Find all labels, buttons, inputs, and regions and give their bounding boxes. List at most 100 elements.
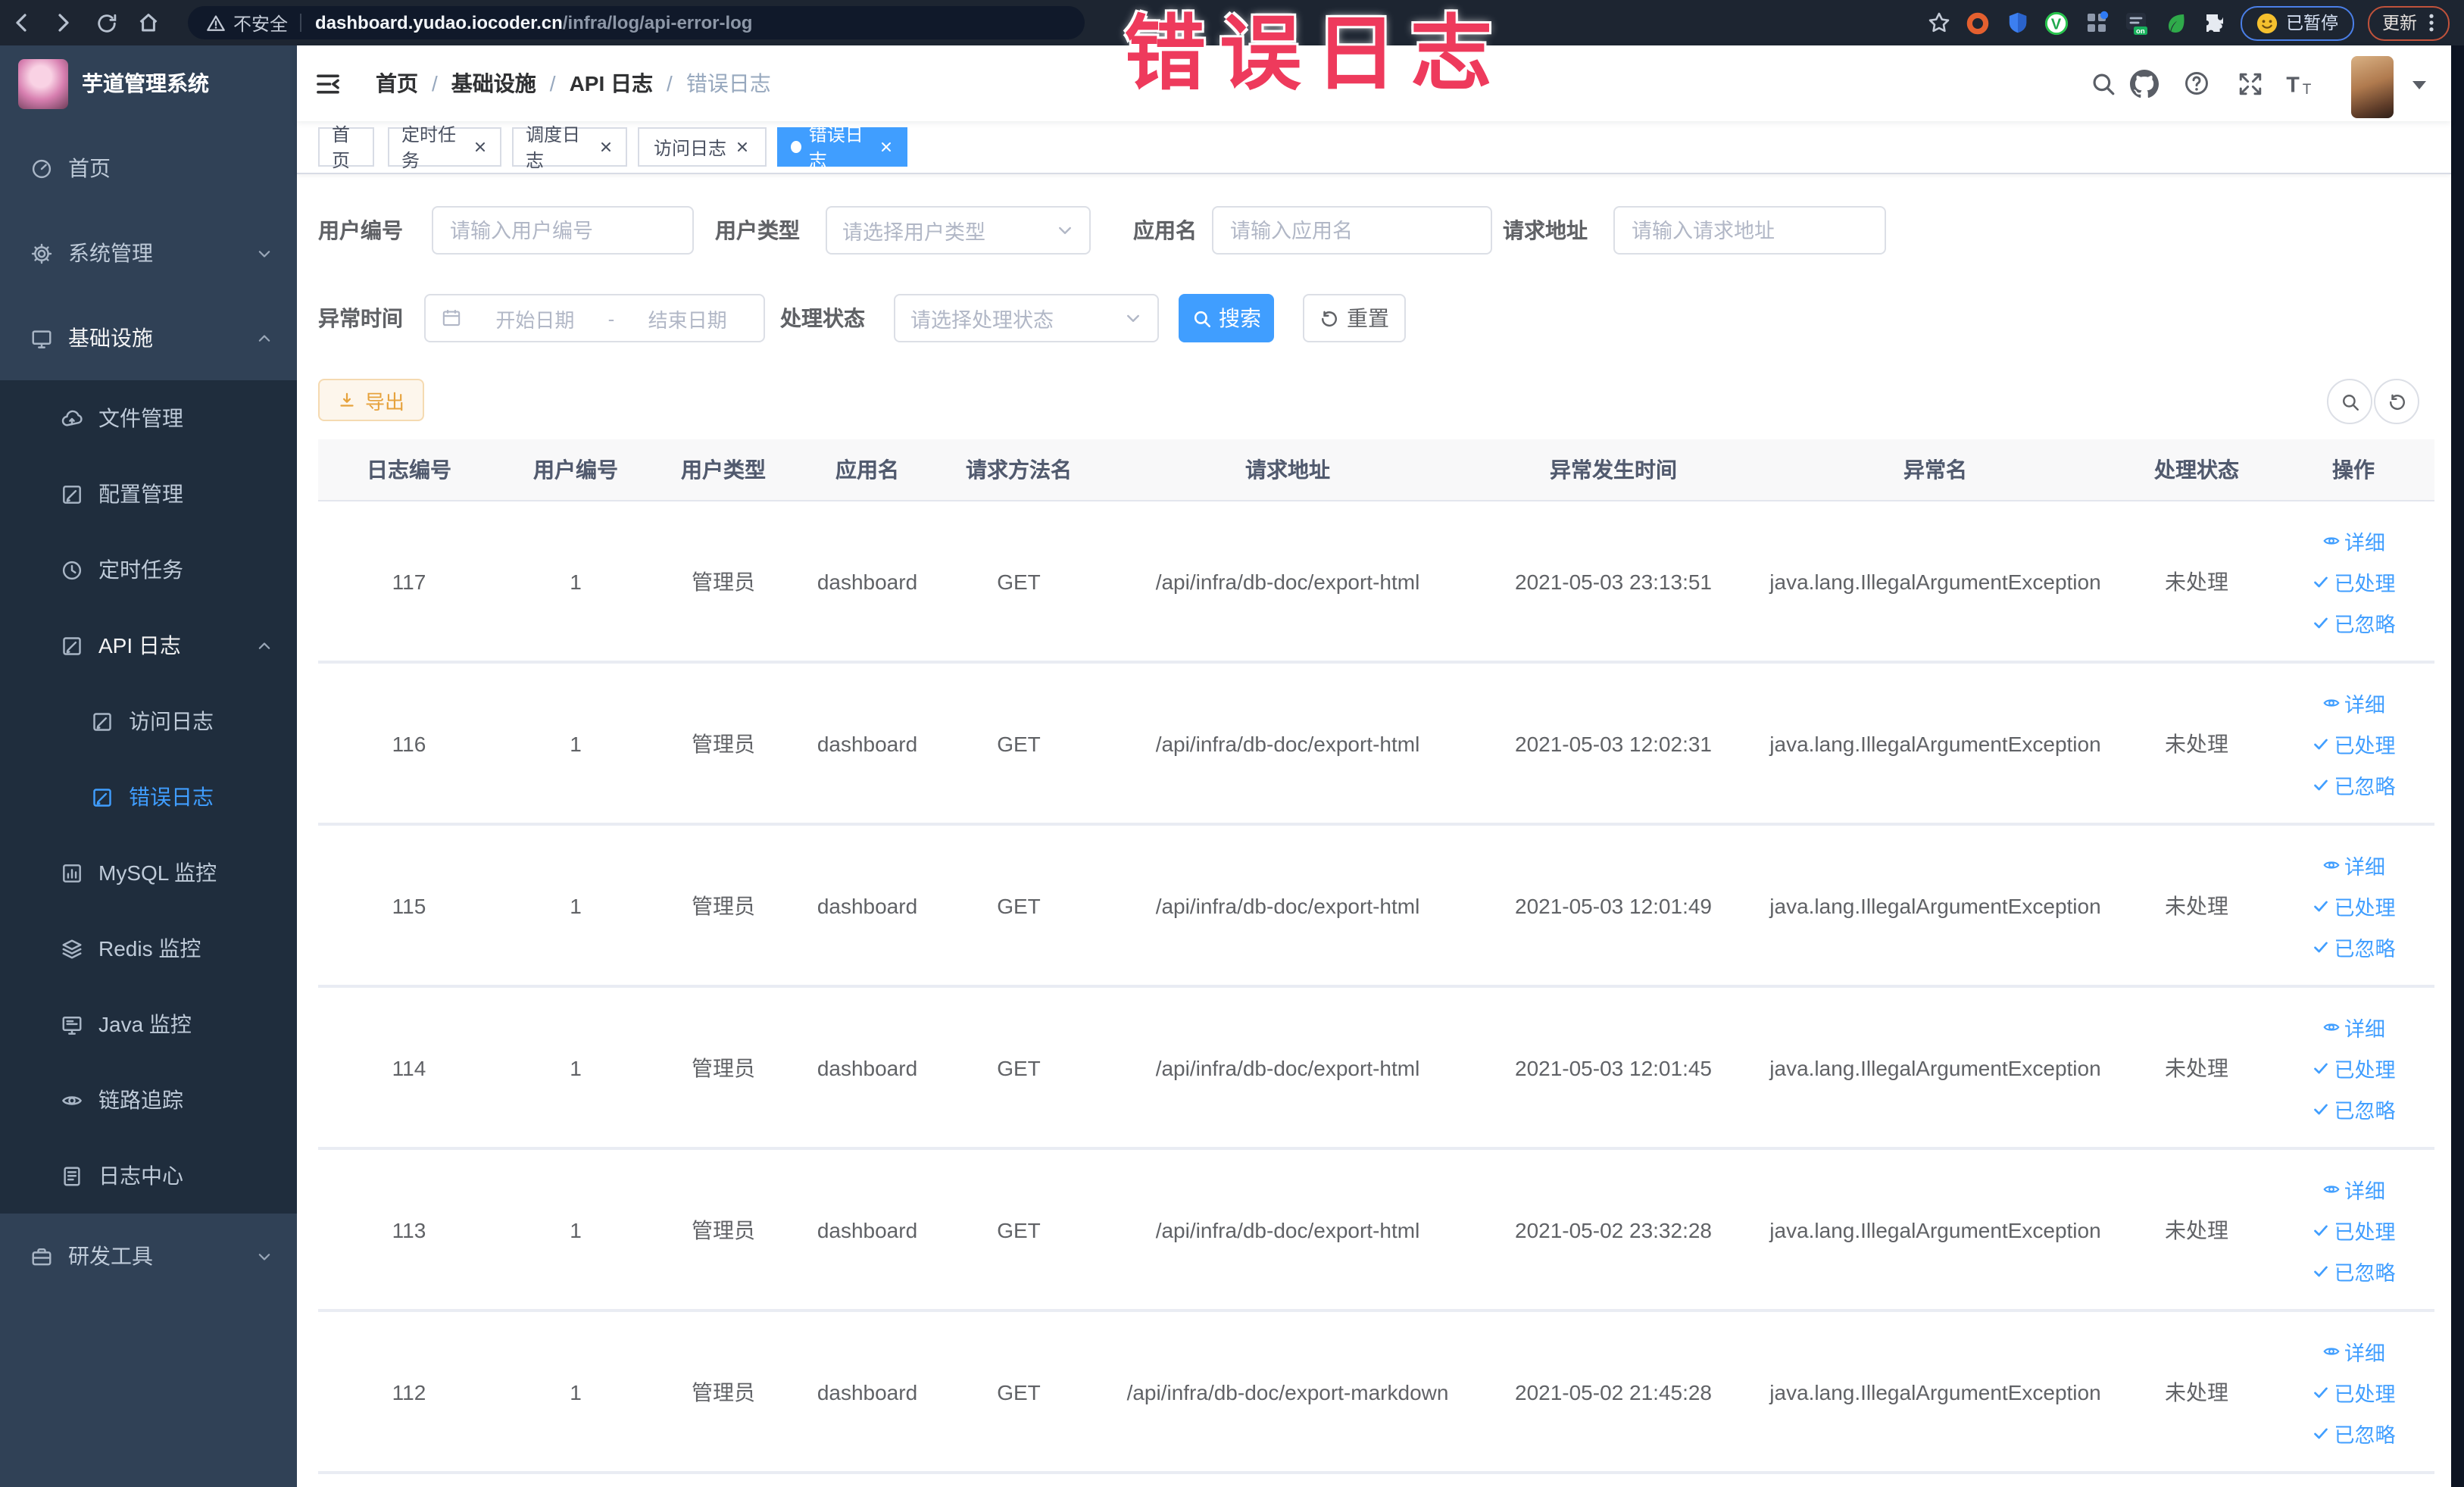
ext-grid-blue-dot-icon[interactable] (2083, 10, 2109, 36)
sidebar-item-api-log[interactable]: API 日志 (0, 608, 297, 683)
sidebar-item-system[interactable]: 系统管理 (0, 211, 297, 295)
cell-actions: 详细 已处理 已忽略 (2272, 1310, 2434, 1474)
sidebar-item-label: 定时任务 (98, 558, 183, 582)
action-processed-link[interactable]: 已处理 (2312, 728, 2396, 758)
action-processed-link[interactable]: 已处理 (2312, 890, 2396, 920)
sidebar-item-file[interactable]: 文件管理 (0, 380, 297, 456)
font-size-icon[interactable]: TT (2280, 67, 2316, 100)
user-type-select[interactable]: 请选择用户类型 (826, 206, 1091, 255)
check-icon (2312, 1261, 2330, 1279)
action-label: 详细 (2344, 531, 2385, 554)
cell-log-id: 117 (318, 501, 500, 664)
close-icon[interactable] (734, 139, 751, 155)
cell-user-id: 1 (500, 501, 651, 664)
breadcrumb-separator: / (667, 71, 673, 95)
address-bar[interactable]: 不安全 dashboard.yudao.iocoder.cn /infra/lo… (188, 6, 1085, 39)
breadcrumb-item[interactable]: 首页 (376, 68, 418, 98)
action-ignored-link[interactable]: 已忽略 (2312, 931, 2396, 961)
cell-log-id: 113 (318, 1148, 500, 1312)
process-status-select[interactable]: 请选择处理状态 (894, 294, 1159, 342)
action-detail-link[interactable]: 详细 (2322, 687, 2385, 717)
filter-label-user-type: 用户类型 (715, 218, 800, 242)
tab-首页[interactable]: 首页 (318, 124, 374, 171)
view-icon (2322, 1179, 2340, 1198)
action-detail-link[interactable]: 详细 (2322, 1335, 2385, 1366)
tab-调度日志[interactable]: 调度日志 (512, 124, 627, 171)
user-id-input[interactable] (432, 206, 694, 255)
refresh-button[interactable] (2374, 379, 2419, 424)
action-processed-link[interactable]: 已处理 (2312, 1376, 2396, 1407)
ext-puzzle-icon[interactable] (2201, 10, 2227, 36)
exception-time-range-picker[interactable]: 开始日期 - 结束日期 (424, 294, 765, 342)
github-icon[interactable] (2125, 67, 2162, 100)
ext-green-leaf-icon[interactable] (2162, 10, 2188, 36)
ext-dark-on-badge-icon[interactable]: on (2122, 10, 2148, 36)
action-processed-link[interactable]: 已处理 (2312, 1214, 2396, 1245)
sidebar-item-job[interactable]: 定时任务 (0, 532, 297, 608)
ext-green-v-icon[interactable]: V (2044, 10, 2069, 36)
ext-blue-shield-icon[interactable] (2004, 10, 2030, 36)
sidebar-item-error-log[interactable]: 错误日志 (0, 759, 297, 835)
sidebar-item-java[interactable]: Java 监控 (0, 986, 297, 1062)
sidebar-item-config[interactable]: 配置管理 (0, 456, 297, 532)
tab-定时任务[interactable]: 定时任务 (388, 124, 501, 171)
sidebar-item-infra[interactable]: 基础设施 (0, 295, 297, 380)
action-detail-link[interactable]: 详细 (2322, 1011, 2385, 1042)
tab-访问日志[interactable]: 访问日志 (638, 127, 767, 167)
cell-user-type: 管理员 (651, 1148, 795, 1312)
browser-forward-icon[interactable] (42, 5, 85, 41)
action-ignored-link[interactable]: 已忽略 (2312, 1255, 2396, 1286)
browser-back-icon[interactable] (0, 5, 42, 41)
search-icon[interactable] (2085, 67, 2121, 100)
action-label: 详细 (2344, 855, 2385, 878)
action-processed-link[interactable]: 已处理 (2312, 566, 2396, 596)
cell-method: GET (939, 1310, 1098, 1474)
sidebar-item-mysql[interactable]: MySQL 监控 (0, 835, 297, 911)
gear-icon (30, 242, 53, 264)
search-toggle-button[interactable] (2327, 379, 2372, 424)
export-button[interactable]: 导出 (318, 379, 424, 421)
sidebar-item-home[interactable]: 首页 (0, 126, 297, 211)
action-ignored-link[interactable]: 已忽略 (2312, 1417, 2396, 1448)
sidebar-item-redis[interactable]: Redis 监控 (0, 911, 297, 986)
request-url-input[interactable] (1613, 206, 1886, 255)
help-icon[interactable] (2178, 67, 2215, 100)
user-avatar[interactable] (2351, 56, 2394, 118)
close-icon[interactable] (879, 139, 894, 155)
browser-update-menu[interactable]: 更新 (2367, 5, 2449, 40)
action-processed-link[interactable]: 已处理 (2312, 1052, 2396, 1082)
browser-scrollbar[interactable] (2450, 45, 2464, 1487)
action-detail-link[interactable]: 详细 (2322, 525, 2385, 555)
close-icon[interactable] (473, 139, 488, 155)
browser-reload-icon[interactable] (85, 5, 127, 41)
close-icon[interactable] (598, 139, 614, 155)
browser-profile-chip[interactable]: 已暂停 (2241, 5, 2353, 40)
cell-exception-time: 2021-05-03 12:01:49 (1477, 824, 1750, 988)
breadcrumb-item[interactable]: 基础设施 (451, 68, 536, 98)
sidebar-item-access-log[interactable]: 访问日志 (0, 683, 297, 759)
app-logo-row[interactable]: 芋道管理系统 (0, 45, 297, 121)
menu-fold-icon[interactable] (312, 68, 342, 98)
cell-exception-time: 2021-05-02 23:32:28 (1477, 1148, 1750, 1312)
ext-orange-ring-icon[interactable] (1965, 10, 1991, 36)
action-ignored-link[interactable]: 已忽略 (2312, 607, 2396, 637)
action-ignored-link[interactable]: 已忽略 (2312, 769, 2396, 799)
browser-home-icon[interactable] (127, 5, 170, 41)
search-button[interactable]: 搜索 (1179, 294, 1274, 342)
reset-button[interactable]: 重置 (1303, 294, 1406, 342)
action-detail-link[interactable]: 详细 (2322, 1173, 2385, 1204)
check-icon (2312, 896, 2330, 914)
action-ignored-link[interactable]: 已忽略 (2312, 1093, 2396, 1123)
sidebar-item-tracer[interactable]: 链路追踪 (0, 1062, 297, 1138)
app-name-input[interactable] (1212, 206, 1492, 255)
tab-label: 调度日志 (526, 124, 581, 171)
sidebar-item-log-center[interactable]: 日志中心 (0, 1138, 297, 1214)
check-icon (2312, 613, 2330, 631)
action-detail-link[interactable]: 详细 (2322, 849, 2385, 879)
bookmark-star-icon[interactable] (1927, 11, 1951, 35)
sidebar-item-dev-tools[interactable]: 研发工具 (0, 1214, 297, 1298)
avatar-caret-down-icon[interactable] (2410, 77, 2428, 92)
fullscreen-icon[interactable] (2231, 67, 2268, 100)
tab-错误日志[interactable]: 错误日志 (777, 124, 907, 171)
breadcrumb-item[interactable]: API 日志 (570, 68, 653, 98)
